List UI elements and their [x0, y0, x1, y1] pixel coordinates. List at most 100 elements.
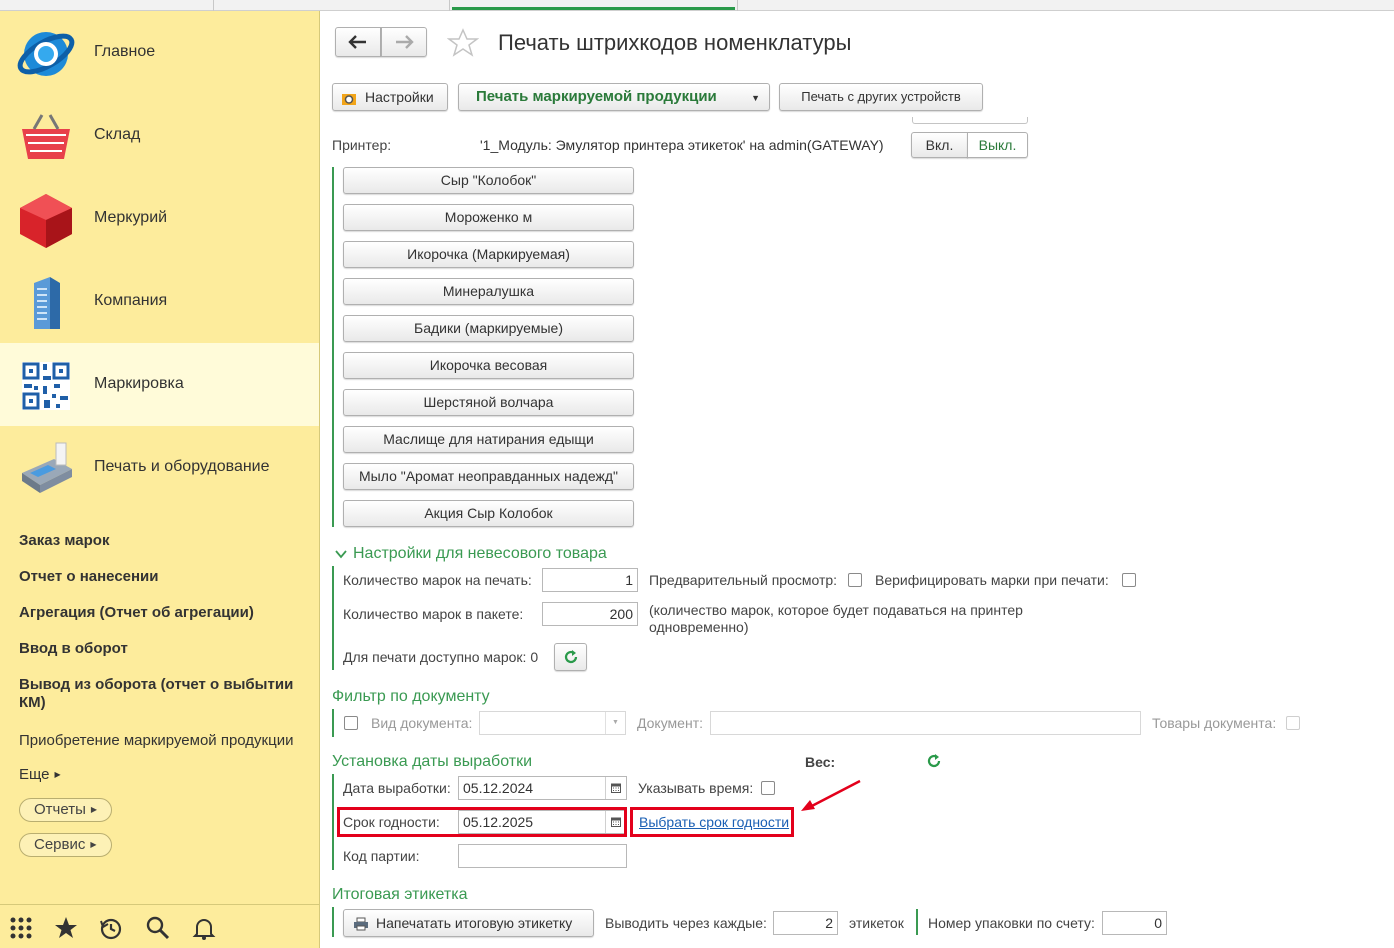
pack-number-label: Номер упаковки по счету:: [928, 915, 1095, 931]
production-date-header[interactable]: Установка даты выработки: [332, 753, 532, 771]
group-marker: [332, 709, 334, 737]
sidebar-section-warehouse[interactable]: Склад: [0, 94, 319, 177]
toggle-shadow: [912, 117, 1028, 124]
preview-checkbox[interactable]: [848, 573, 862, 587]
group-marker: [916, 909, 918, 935]
sidebar: Главное Склад Меркурий Компания Маркиров…: [0, 11, 320, 948]
print-other-devices-button[interactable]: Печать с других устройств: [779, 83, 983, 111]
doc-goods-checkbox[interactable]: [1286, 716, 1300, 730]
more-label: Еще: [19, 766, 50, 783]
group-marker: [332, 167, 334, 527]
print-marked-label: Печать маркируемой продукции: [476, 88, 717, 105]
active-tab-indicator[interactable]: [452, 7, 735, 10]
production-date-label: Дата выработки:: [343, 780, 451, 796]
sidebar-section-mercury[interactable]: Меркурий: [0, 177, 319, 260]
collapse-chevron-icon[interactable]: [335, 548, 347, 560]
sidebar-section-print-equipment[interactable]: Печать и оборудование: [0, 426, 319, 509]
sidebar-link-purchase[interactable]: Приобретение маркируемой продукции: [19, 732, 293, 749]
nav-back-button[interactable]: [335, 27, 381, 57]
product-button[interactable]: Мыло "Аромат неоправданных надежд": [343, 463, 634, 490]
tab-separator: [449, 0, 450, 11]
batch-code-label: Код партии:: [343, 848, 420, 864]
production-date-value: 05.12.2024: [463, 780, 534, 796]
printer-value: '1_Модуль: Эмулятор принтера этикеток' н…: [480, 137, 884, 153]
specify-time-checkbox[interactable]: [761, 781, 775, 795]
document-label: Документ:: [637, 715, 703, 731]
favorite-star-icon[interactable]: [447, 28, 479, 58]
page-title: Печать штрихкодов номенклатуры: [498, 30, 852, 55]
tab-separator: [737, 0, 738, 11]
document-filter-header[interactable]: Фильтр по документу: [332, 688, 490, 706]
nonweight-settings-header[interactable]: Настройки для невесового товара: [353, 545, 607, 563]
sidebar-link-order-marks[interactable]: Заказ марок: [19, 532, 109, 549]
dropdown-caret-icon: ▼: [605, 712, 625, 734]
batch-code-input[interactable]: [458, 844, 627, 868]
summary-label-header[interactable]: Итоговая этикетка: [332, 886, 467, 904]
forward-arrow-icon: [396, 35, 414, 49]
document-input[interactable]: [710, 711, 1141, 735]
doc-goods-label: Товары документа:: [1152, 715, 1277, 731]
printer-label: Принтер:: [332, 137, 392, 153]
search-icon[interactable]: [145, 915, 171, 941]
product-button[interactable]: Сыр "Колобок": [343, 167, 634, 194]
pack-qty-input[interactable]: 200: [542, 602, 638, 626]
sidebar-section-company[interactable]: Компания: [0, 260, 319, 343]
group-marker: [332, 907, 334, 937]
refresh-available-button[interactable]: [554, 643, 587, 671]
calendar-button[interactable]: [605, 777, 626, 799]
printer-off-button[interactable]: Выкл.: [967, 132, 1028, 158]
product-button[interactable]: Икорочка весовая: [343, 352, 634, 379]
printer-on-button[interactable]: Вкл.: [911, 132, 968, 158]
product-button[interactable]: Икорочка (Маркируемая): [343, 241, 634, 268]
qr-code-icon: [22, 362, 70, 410]
apps-grid-icon[interactable]: [8, 915, 34, 941]
labels-word: этикеток: [849, 915, 904, 931]
sidebar-link-aggregation[interactable]: Агрегация (Отчет об агрегации): [19, 604, 254, 621]
product-button[interactable]: Бадики (маркируемые): [343, 315, 634, 342]
product-button[interactable]: Мороженко м: [343, 204, 634, 231]
notifications-bell-icon[interactable]: [191, 915, 217, 941]
pack-number-input[interactable]: 0: [1102, 911, 1167, 935]
red-arrow-annotation: [801, 779, 861, 811]
product-button[interactable]: Шерстяной волчара: [343, 389, 634, 416]
settings-gear-icon: [342, 94, 356, 105]
office-building-icon: [34, 277, 60, 329]
print-marked-products-button[interactable]: Печать маркируемой продукции ▼: [458, 83, 770, 111]
sidebar-link-withdrawal[interactable]: Вывод из оборота (отчет о выбытии КМ): [19, 676, 319, 712]
product-button[interactable]: Минералушка: [343, 278, 634, 305]
sidebar-section-marking[interactable]: Маркировка: [0, 343, 319, 426]
print-summary-label-button[interactable]: Напечатать итоговую этикетку: [343, 909, 594, 937]
nav-forward-button[interactable]: [381, 27, 427, 57]
refresh-weight-icon[interactable]: [926, 753, 942, 769]
sidebar-link-introduction[interactable]: Ввод в оборот: [19, 640, 128, 657]
sidebar-section-label: Главное: [94, 43, 156, 60]
sidebar-section-label: Печать и оборудование: [94, 458, 270, 475]
history-icon[interactable]: [98, 915, 124, 941]
print-every-label: Выводить через каждые:: [605, 915, 767, 931]
sidebar-reports-button[interactable]: Отчеты ▶: [19, 798, 113, 822]
sidebar-section-main[interactable]: Главное: [0, 11, 319, 94]
top-tabs-strip: [0, 0, 1394, 11]
dropdown-caret-icon: ▼: [751, 93, 760, 103]
sidebar-service-button[interactable]: Сервис ▶: [19, 833, 112, 857]
sidebar-footer: [0, 904, 319, 948]
weight-label: Вес:: [805, 754, 836, 770]
doc-type-select[interactable]: ▼: [479, 711, 626, 735]
print-every-input[interactable]: 2: [773, 911, 838, 935]
tab-separator: [213, 0, 214, 11]
product-button[interactable]: Акция Сыр Колобок: [343, 500, 634, 527]
choose-expiry-highlight-box: [630, 807, 794, 837]
settings-button[interactable]: Настройки: [332, 83, 448, 111]
verify-checkbox[interactable]: [1122, 573, 1136, 587]
payment-terminal-icon: [22, 442, 72, 493]
marks-qty-input[interactable]: 1: [542, 568, 638, 592]
product-button[interactable]: Маслище для натирания едыщи: [343, 426, 634, 453]
production-date-input[interactable]: 05.12.2024: [458, 776, 627, 800]
sidebar-link-application-report[interactable]: Отчет о нанесении: [19, 568, 159, 585]
marks-qty-label: Количество марок на печать:: [343, 572, 532, 588]
favorites-star-icon[interactable]: [53, 915, 79, 941]
calendar-icon: [611, 783, 621, 793]
print-summary-label: Напечатать итоговую этикетку: [376, 915, 573, 931]
doc-type-checkbox[interactable]: [344, 716, 358, 730]
sidebar-more-link[interactable]: Еще ▶: [19, 766, 61, 783]
